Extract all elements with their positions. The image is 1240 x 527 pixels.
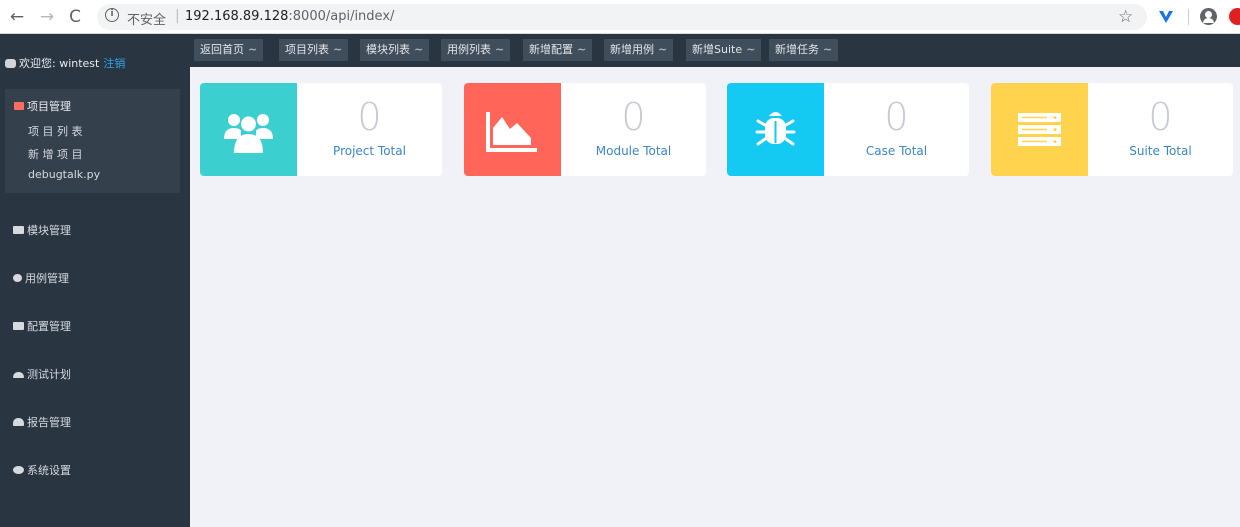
tab-label: 新增用例: [610, 43, 654, 56]
users-icon: [224, 114, 273, 153]
sidebar-item-config-management[interactable]: 配置管理: [13, 318, 71, 334]
browser-toolbar: ← → C i 不安全 | 192.168.89.128:8000/api/in…: [0, 0, 1240, 34]
sidebar-item-test-plan[interactable]: 测试计划: [13, 366, 71, 382]
project-menu: 项目管理 项 目 列 表 新 增 项 目 debugtalk.py: [5, 89, 180, 193]
project-total-value: 0: [357, 95, 382, 139]
case-total-card[interactable]: 0 Case Total: [727, 83, 969, 176]
url-host: 192.168.89.128: [185, 9, 289, 24]
module-total-card[interactable]: 0 Module Total: [464, 83, 706, 176]
extension-v-icon[interactable]: [1158, 9, 1174, 25]
extension-red-icon[interactable]: [1229, 8, 1240, 25]
insecure-label: 不安全: [127, 13, 167, 28]
tilde-icon: ~: [495, 43, 505, 56]
case-card-symbol: [727, 83, 824, 176]
project-total-card[interactable]: 0 Project Total: [200, 83, 442, 176]
sidebar-item-module-management[interactable]: 模块管理: [13, 222, 71, 238]
tab-project-list[interactable]: 项目列表 ~: [279, 39, 349, 61]
bookmark-star-icon[interactable]: ☆: [1118, 7, 1133, 27]
profile-avatar-icon[interactable]: [1200, 8, 1217, 25]
info-icon[interactable]: i: [105, 8, 119, 22]
forward-arrow-icon[interactable]: →: [37, 7, 57, 27]
logout-link[interactable]: 注销: [103, 57, 125, 70]
cloud-icon: [13, 372, 24, 378]
tab-add-suite[interactable]: 新增Suite ~: [686, 39, 762, 61]
suite-card-symbol: [991, 83, 1088, 176]
sidebar-subitem-debugtalk[interactable]: debugtalk.py: [28, 168, 100, 181]
tab-label: 新增配置: [529, 43, 573, 56]
sidebar-subitem-project-list[interactable]: 项 目 列 表: [28, 123, 83, 139]
url-text[interactable]: 192.168.89.128:8000/api/index/: [185, 9, 394, 24]
suite-total-card[interactable]: 0 Suite Total: [991, 83, 1233, 176]
folder-icon: [14, 102, 24, 110]
suite-total-value: 0: [1148, 95, 1173, 139]
sidebar-subitem-add-project[interactable]: 新 增 项 目: [28, 146, 83, 162]
welcome-line: 欢迎您: wintest 注销: [5, 55, 125, 71]
config-menu-label: 配置管理: [27, 320, 71, 333]
address-bar[interactable]: i 不安全 | 192.168.89.128:8000/api/index/: [97, 4, 1147, 30]
module-menu-label: 模块管理: [27, 224, 71, 237]
list-icon: [13, 226, 24, 234]
tag-icon: [13, 322, 24, 330]
tab-home[interactable]: 返回首页 ~: [194, 39, 264, 61]
tilde-icon: ~: [577, 43, 587, 56]
project-card-symbol: [200, 83, 297, 176]
tab-add-task[interactable]: 新增任务 ~: [769, 39, 839, 61]
report-menu-label: 报告管理: [27, 416, 71, 429]
bug-icon: [13, 274, 22, 282]
tab-case-list[interactable]: 用例列表 ~: [441, 39, 511, 61]
case-total-value: 0: [884, 95, 909, 139]
tilde-icon: ~: [333, 43, 343, 56]
case-menu-label: 用例管理: [25, 272, 69, 285]
tilde-icon: ~: [746, 43, 756, 56]
toolbar-divider: [1188, 9, 1189, 25]
tab-label: 项目列表: [285, 43, 329, 56]
case-total-label[interactable]: Case Total: [824, 144, 969, 158]
project-total-label[interactable]: Project Total: [297, 144, 442, 158]
reload-icon[interactable]: C: [65, 7, 85, 27]
url-path: :8000/api/index/: [288, 9, 395, 24]
tilde-icon: ~: [658, 43, 668, 56]
tab-add-config[interactable]: 新增配置 ~: [523, 39, 593, 61]
tab-module-list[interactable]: 模块列表 ~: [360, 39, 430, 61]
tab-label: 模块列表: [366, 43, 410, 56]
sidebar-item-system-settings[interactable]: 系统设置: [13, 462, 71, 478]
sidebar-item-case-management[interactable]: 用例管理: [13, 270, 69, 286]
tilde-icon: ~: [823, 43, 833, 56]
gears-icon: [13, 466, 24, 474]
project-menu-label: 项目管理: [27, 100, 71, 113]
cloud-upload-icon: [13, 418, 24, 426]
address-separator: |: [175, 8, 180, 24]
server-icon: [1018, 113, 1061, 146]
tilde-icon: ~: [248, 43, 258, 56]
area-chart-icon: [486, 112, 537, 152]
bug-icon: [755, 112, 796, 146]
plan-menu-label: 测试计划: [27, 368, 71, 381]
top-navigation: 返回首页 ~ 项目列表 ~ 模块列表 ~ 用例列表 ~ 新增配置 ~ 新增用例 ~ 新增Su…: [190, 34, 1240, 67]
suite-total-label[interactable]: Suite Total: [1088, 144, 1233, 158]
back-arrow-icon[interactable]: ←: [7, 7, 27, 27]
sidebar-item-report-management[interactable]: 报告管理: [13, 414, 71, 430]
welcome-text: 欢迎您: wintest: [19, 57, 100, 70]
module-total-value: 0: [621, 95, 646, 139]
sidebar-item-project-management[interactable]: 项目管理: [14, 98, 71, 114]
dashboard-icon: [5, 59, 16, 68]
tab-label: 用例列表: [447, 43, 491, 56]
module-card-symbol: [464, 83, 561, 176]
settings-menu-label: 系统设置: [27, 464, 71, 477]
module-total-label[interactable]: Module Total: [561, 144, 706, 158]
tab-add-case[interactable]: 新增用例 ~: [604, 39, 674, 61]
sidebar: 欢迎您: wintest 注销 项目管理 项 目 列 表 新 增 项 目 debu…: [0, 34, 190, 527]
tab-label: 新增任务: [775, 43, 819, 56]
tilde-icon: ~: [414, 43, 424, 56]
tab-label: 新增Suite: [692, 43, 743, 56]
tab-label: 返回首页: [200, 43, 244, 56]
